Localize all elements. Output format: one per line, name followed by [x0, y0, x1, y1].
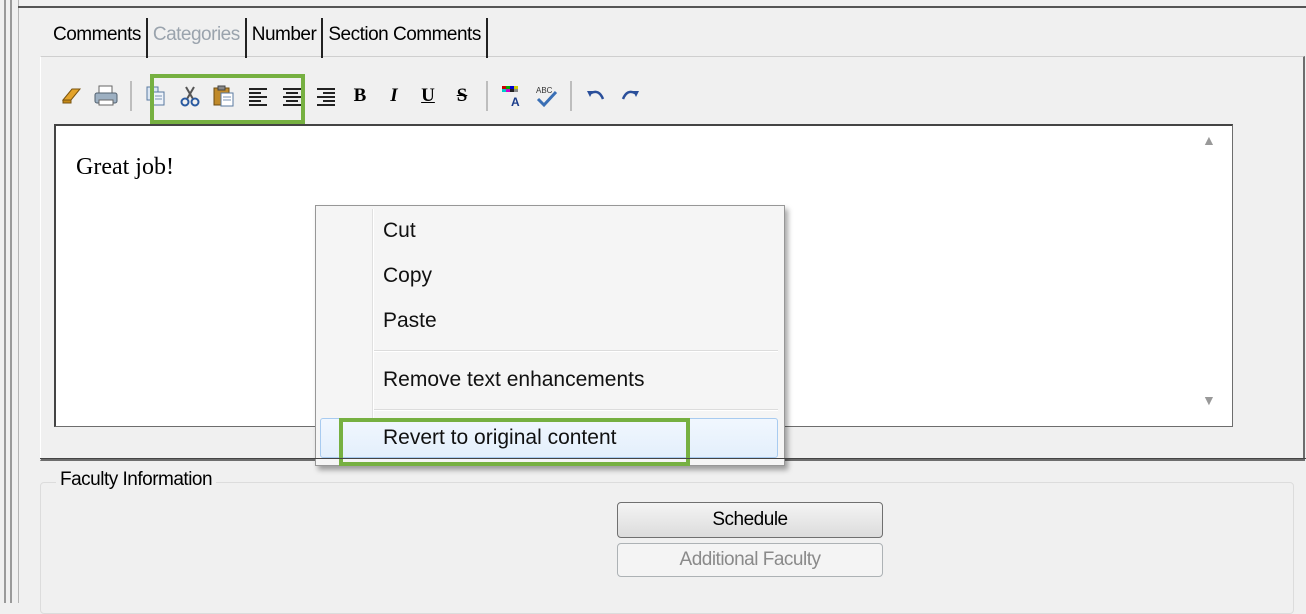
spellcheck-icon[interactable]: ABC	[532, 82, 560, 110]
menu-separator	[374, 409, 778, 411]
eraser-icon[interactable]	[58, 82, 86, 110]
scroll-down-arrow-icon[interactable]: ▼	[1202, 392, 1216, 408]
editor-toolbar: B I U S A ABC	[58, 76, 650, 116]
tab-number[interactable]: Number	[247, 18, 324, 58]
svg-text:ABC: ABC	[536, 86, 553, 95]
menu-item-copy[interactable]: Copy	[383, 264, 432, 288]
faculty-information-label: Faculty Information	[56, 469, 217, 491]
toolbar-separator	[130, 81, 132, 111]
text-color-icon[interactable]: A	[498, 82, 526, 110]
strikethrough-icon[interactable]: S	[448, 82, 476, 110]
scroll-up-arrow-icon[interactable]: ▲	[1202, 132, 1216, 148]
panel-bottom-edge	[40, 458, 1306, 459]
tab-categories: Categories	[148, 18, 247, 58]
toolbar-separator	[570, 81, 572, 111]
tab-comments[interactable]: Comments	[48, 18, 148, 58]
window-frame-left	[0, 0, 19, 603]
print-icon[interactable]	[92, 82, 120, 110]
redo-icon[interactable]	[616, 82, 644, 110]
schedule-button[interactable]: Schedule	[617, 502, 883, 538]
menu-item-cut[interactable]: Cut	[383, 219, 416, 243]
toolbar-separator	[486, 81, 488, 111]
align-right-icon[interactable]	[312, 82, 340, 110]
tab-strip: Comments Categories Number Section Comme…	[48, 18, 488, 58]
svg-text:A: A	[511, 95, 520, 108]
clipboard-buttons-highlight	[150, 74, 305, 124]
italic-icon[interactable]: I	[380, 82, 408, 110]
additional-faculty-button: Additional Faculty	[617, 543, 883, 577]
tab-section-comments[interactable]: Section Comments	[323, 18, 488, 58]
menu-separator	[374, 350, 778, 352]
bold-icon[interactable]: B	[346, 82, 374, 110]
top-divider	[18, 6, 1306, 8]
editor-text[interactable]: Great job!	[76, 154, 174, 181]
undo-icon[interactable]	[582, 82, 610, 110]
menu-item-paste[interactable]: Paste	[383, 309, 437, 333]
menu-item-remove-text-enhancements[interactable]: Remove text enhancements	[383, 368, 644, 392]
underline-icon[interactable]: U	[414, 82, 442, 110]
